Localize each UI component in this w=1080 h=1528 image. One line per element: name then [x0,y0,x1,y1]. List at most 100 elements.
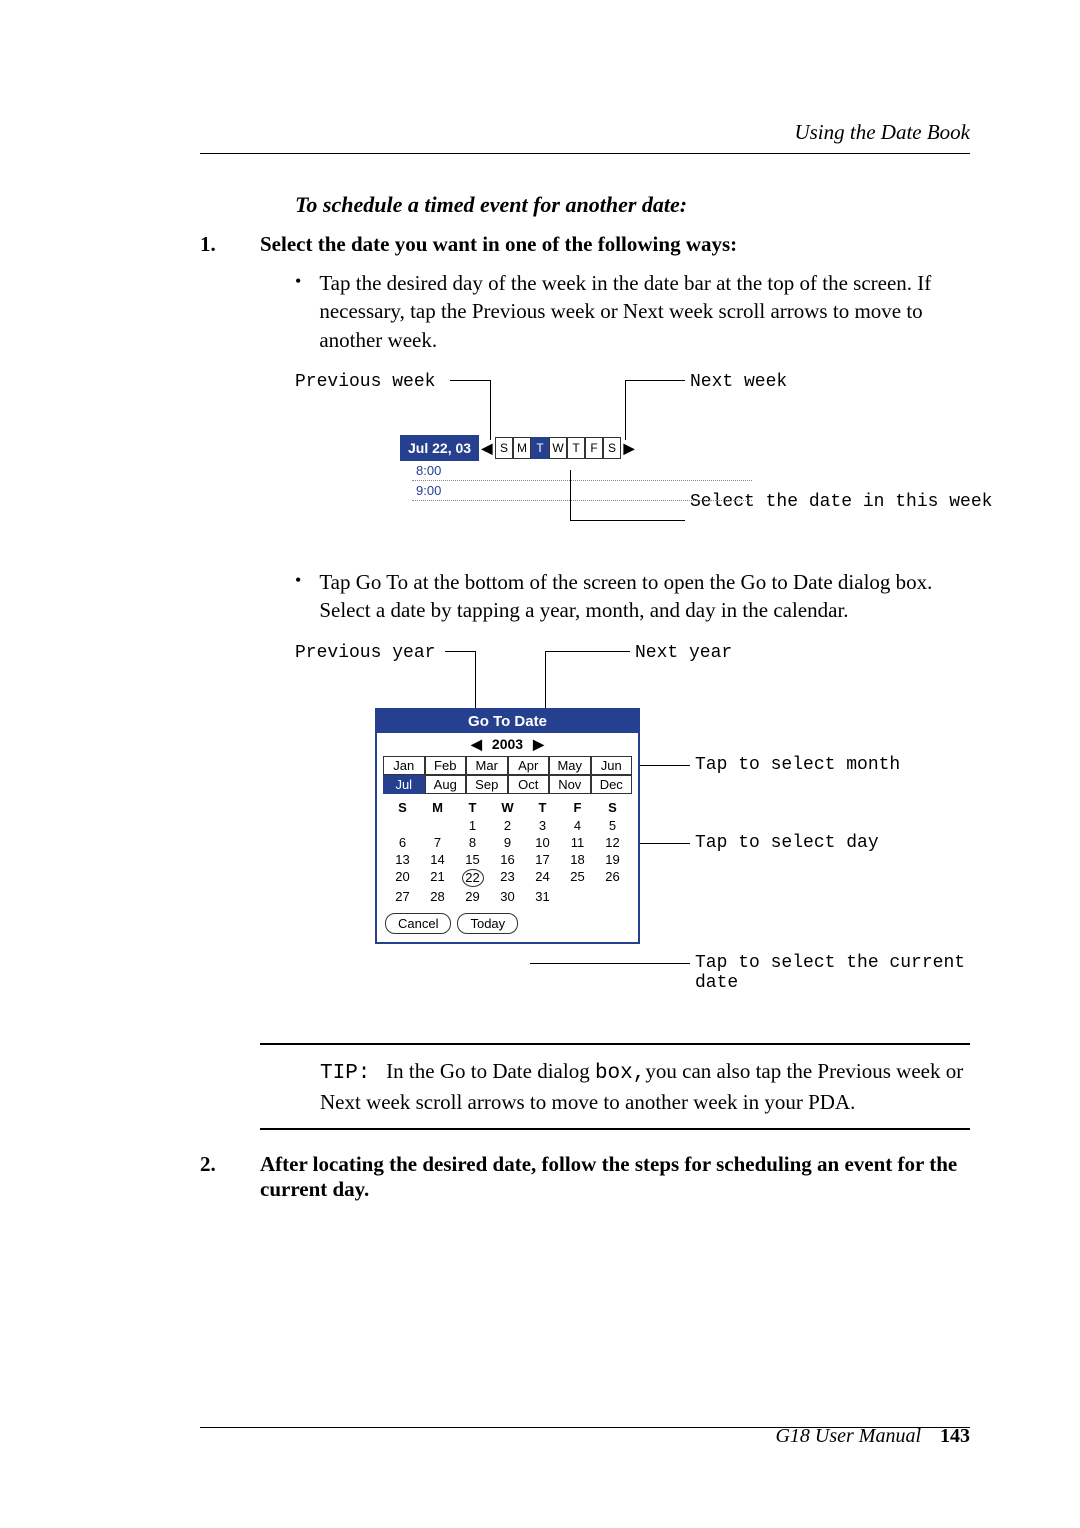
label-next-year: Next year [635,643,732,663]
tip-top-rule [260,1043,970,1045]
calendar-day[interactable]: 15 [455,851,490,868]
bullet-2-text: Tap Go To at the bottom of the screen to… [319,568,970,625]
bullet-dot-icon: • [295,269,301,354]
prev-week-arrow-icon[interactable]: ◀ [479,435,495,461]
calendar-day[interactable]: 13 [385,851,420,868]
calendar-day[interactable]: 19 [595,851,630,868]
year-value: 2003 [492,736,523,752]
weekday-cell[interactable]: T [567,437,585,459]
weekday-cells: S M T W T F S [495,435,621,461]
calendar-day[interactable]: 5 [595,817,630,834]
month-cell[interactable]: Sep [466,775,508,794]
calendar-day[interactable]: 27 [385,888,420,905]
go-to-date-dialog: Go To Date ◀ 2003 ▶ Jan Feb Mar Apr May … [375,708,640,944]
label-tap-day: Tap to select day [695,833,879,853]
cancel-button[interactable]: Cancel [385,913,451,934]
header-rule [200,153,970,154]
calendar-day[interactable]: 25 [560,868,595,888]
figure-go-to-date: Previous year Next year Tap to select mo… [295,643,970,1013]
weekday-cell[interactable]: W [549,437,567,459]
calendar-day[interactable]: 23 [490,868,525,888]
dow-cell: S [385,800,420,815]
month-grid: Jan Feb Mar Apr May Jun Jul Aug Sep Oct … [383,756,632,794]
calendar-day[interactable]: 24 [525,868,560,888]
month-cell[interactable]: Mar [466,756,508,775]
calendar-week-row: 12345 [377,817,638,834]
calendar-day[interactable]: 20 [385,868,420,888]
month-cell[interactable]: Apr [508,756,550,775]
month-cell[interactable]: Jan [383,756,425,775]
label-previous-year: Previous year [295,643,435,663]
weekday-cell[interactable]: F [585,437,603,459]
calendar-day[interactable]: 7 [420,834,455,851]
month-cell[interactable]: Aug [425,775,467,794]
calendar-day[interactable]: 9 [490,834,525,851]
calendar-day[interactable]: 2 [490,817,525,834]
page-footer: G18 User Manual 143 [775,1425,970,1448]
month-cell-selected[interactable]: Jul [383,775,425,794]
month-cell[interactable]: May [549,756,591,775]
footer-text: G18 User Manual [775,1425,921,1447]
calendar-day [595,888,630,905]
step-1-bullet-2: • Tap Go To at the bottom of the screen … [295,568,970,625]
dialog-title: Go To Date [377,710,638,733]
calendar-day[interactable]: 11 [560,834,595,851]
today-button[interactable]: Today [457,913,518,934]
month-cell[interactable]: Oct [508,775,550,794]
bullet-1-text: Tap the desired day of the week in the d… [319,269,970,354]
tip-pre: In the Go to Date dialog [386,1059,595,1083]
calendar-day[interactable]: 18 [560,851,595,868]
calendar-day[interactable]: 30 [490,888,525,905]
calendar-day[interactable]: 3 [525,817,560,834]
calendar-day[interactable]: 26 [595,868,630,888]
calendar-day[interactable]: 10 [525,834,560,851]
calendar-day[interactable]: 12 [595,834,630,851]
calendar-day[interactable]: 16 [490,851,525,868]
prev-year-arrow-icon[interactable]: ◀ [471,736,482,753]
weekday-cell[interactable]: S [603,437,621,459]
section-subhead: To schedule a timed event for another da… [295,192,970,218]
dow-cell: T [455,800,490,815]
calendar-day[interactable]: 28 [420,888,455,905]
calendar-week-row: 13141516171819 [377,851,638,868]
step-1-bullet-1: • Tap the desired day of the week in the… [295,269,970,354]
month-cell[interactable]: Dec [591,775,633,794]
dow-cell: T [525,800,560,815]
tip-bottom-rule [260,1128,970,1130]
month-cell[interactable]: Feb [425,756,467,775]
weekday-cell-selected[interactable]: T [531,437,549,459]
dow-header: S M T W T F S [377,798,638,817]
calendar-day[interactable]: 4 [560,817,595,834]
calendar-day[interactable]: 31 [525,888,560,905]
calendar-day[interactable]: 17 [525,851,560,868]
calendar-day[interactable]: 21 [420,868,455,888]
label-previous-week: Previous week [295,372,435,392]
running-head: Using the Date Book [200,120,970,145]
calendar-day [420,817,455,834]
bullet-dot-icon: • [295,568,301,625]
calendar-day[interactable]: 14 [420,851,455,868]
step-2: 2. After locating the desired date, foll… [200,1152,970,1202]
calendar-day[interactable]: 1 [455,817,490,834]
time-rows: 8:00 9:00 [412,461,752,501]
calendar-day-selected[interactable]: 22 [455,868,490,888]
weekday-cell[interactable]: M [513,437,531,459]
weekday-cell[interactable]: S [495,437,513,459]
time-row[interactable]: 9:00 [412,481,752,501]
calendar-day[interactable]: 6 [385,834,420,851]
calendar-day[interactable]: 29 [455,888,490,905]
tip-label: TIP: [320,1062,370,1085]
time-row[interactable]: 8:00 [412,461,752,481]
dow-cell: W [490,800,525,815]
label-next-week: Next week [690,372,787,392]
month-cell[interactable]: Nov [549,775,591,794]
next-week-arrow-icon[interactable]: ▶ [621,435,637,461]
month-cell[interactable]: Jun [591,756,633,775]
dow-cell: F [560,800,595,815]
calendar-week-row: 6789101112 [377,834,638,851]
next-year-arrow-icon[interactable]: ▶ [533,736,544,753]
step-1-number: 1. [200,232,220,257]
step-2-number: 2. [200,1152,220,1202]
tip-box-word: box, [595,1062,645,1085]
calendar-day[interactable]: 8 [455,834,490,851]
